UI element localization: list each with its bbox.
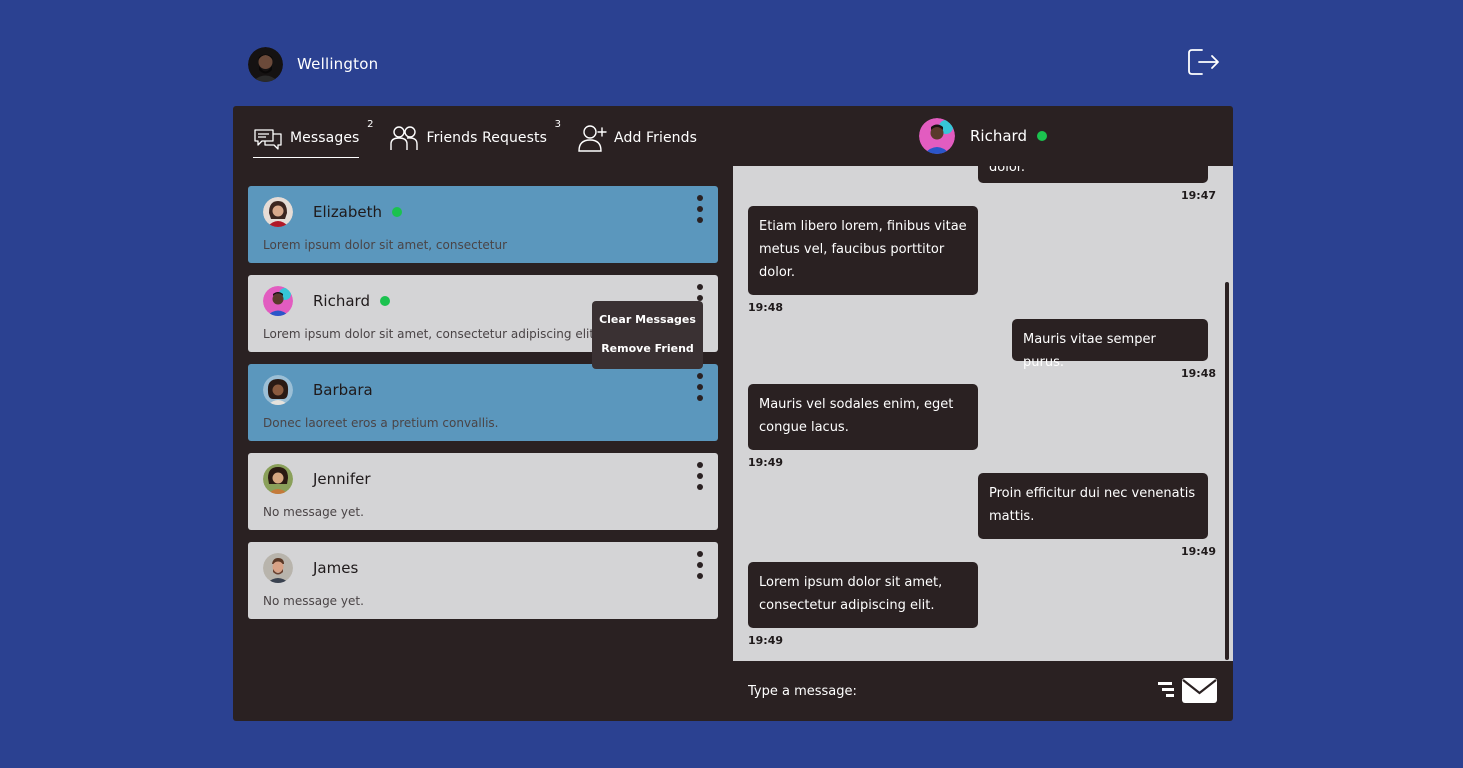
more-options-icon[interactable] [696,195,704,223]
message-time: 19:48 [748,301,784,314]
tab-badge: 3 [554,119,562,130]
friend-name: James [313,559,359,577]
friend-list: Elizabeth Lorem ipsum dolor sit amet, co… [248,186,718,631]
message-text: dolor. [989,166,1026,175]
message-text: Proin efficitur dui nec venenatis mattis… [989,486,1196,524]
message-time: 19:49 [1181,545,1217,558]
chat-messages: dolor. 19:47 Etiam libero lorem, finibus… [733,166,1233,661]
tab-add-friends[interactable]: Add Friends [577,118,697,158]
message-text: Lorem ipsum dolor sit amet, consectetur … [759,575,943,613]
friend-avatar [263,553,293,583]
contact-name: Richard [970,127,1027,145]
chat-header: Richard [919,118,1047,154]
user-bar: Wellington [248,46,378,82]
friend-name: Barbara [313,381,373,399]
friend-card-barbara[interactable]: Barbara Donec laoreet eros a pretium con… [248,364,718,441]
friend-last-message: No message yet. [263,505,364,519]
users-icon [390,126,419,150]
friend-avatar [263,286,293,316]
message-bubble-sent: Mauris vitae semper purus. [1012,319,1208,370]
friend-avatar [263,464,293,494]
message-text: Mauris vel sodales enim, eget congue lac… [759,397,954,435]
user-plus-icon [578,125,607,152]
tab-label: Messages [290,130,360,146]
more-options-icon[interactable] [696,551,704,579]
message-composer [733,661,1233,721]
online-indicator [392,207,403,217]
tab-label: Friends Requests [426,130,548,146]
message-time: 19:48 [1181,367,1217,380]
friend-last-message: Lorem ipsum dolor sit amet, consectetur [263,238,508,252]
tab-messages[interactable]: Messages 2 [253,118,373,158]
message-bubble-received: Etiam libero lorem, finibus vitae metus … [748,206,978,295]
friend-avatar [263,197,293,227]
message-bubble-sent: dolor. [978,166,1208,183]
online-indicator [1036,131,1047,141]
tab-bar: Messages 2 Friends Requests 3 Add Friend… [253,118,727,158]
message-text: Etiam libero lorem, finibus vitae metus … [759,219,967,280]
logout-icon[interactable] [1186,46,1220,78]
tab-badge: 2 [367,119,374,130]
message-time: 19:47 [1181,189,1217,202]
message-input[interactable] [748,679,1138,703]
chat-bubbles-icon [254,129,282,150]
clear-messages-item[interactable]: Clear Messages [592,310,703,339]
message-bubble-received: Lorem ipsum dolor sit amet, consectetur … [748,562,978,628]
chat-scrollbar[interactable] [1225,282,1229,660]
send-mail-icon[interactable] [1156,674,1220,704]
app-panel: Messages 2 Friends Requests 3 Add Friend… [233,106,1233,721]
more-options-icon[interactable] [696,462,704,490]
contact-avatar[interactable] [919,118,955,154]
message-text: Mauris vitae semper purus. [1023,332,1156,370]
friend-context-menu: Clear Messages Remove Friend [592,301,703,369]
tab-friends-requests[interactable]: Friends Requests 3 [389,118,561,158]
user-avatar[interactable] [248,46,283,82]
friend-card-elizabeth[interactable]: Elizabeth Lorem ipsum dolor sit amet, co… [248,186,718,263]
message-time: 19:49 [748,456,784,469]
friend-name: Elizabeth [313,203,383,221]
online-indicator [379,296,390,306]
friend-last-message: No message yet. [263,594,364,608]
friend-card-jennifer[interactable]: Jennifer No message yet. [248,453,718,530]
friend-name: Richard [313,292,370,310]
friend-card-james[interactable]: James No message yet. [248,542,718,619]
more-options-icon[interactable] [696,373,704,401]
message-bubble-sent: Proin efficitur dui nec venenatis mattis… [978,473,1208,539]
friend-last-message: Donec laoreet eros a pretium convallis. [263,416,499,430]
message-bubble-received: Mauris vel sodales enim, eget congue lac… [748,384,978,450]
message-time: 19:49 [748,634,784,647]
friend-avatar [263,375,293,405]
tab-label: Add Friends [614,130,698,146]
friend-name: Jennifer [313,470,371,488]
remove-friend-item[interactable]: Remove Friend [592,339,703,368]
username: Wellington [297,55,379,73]
